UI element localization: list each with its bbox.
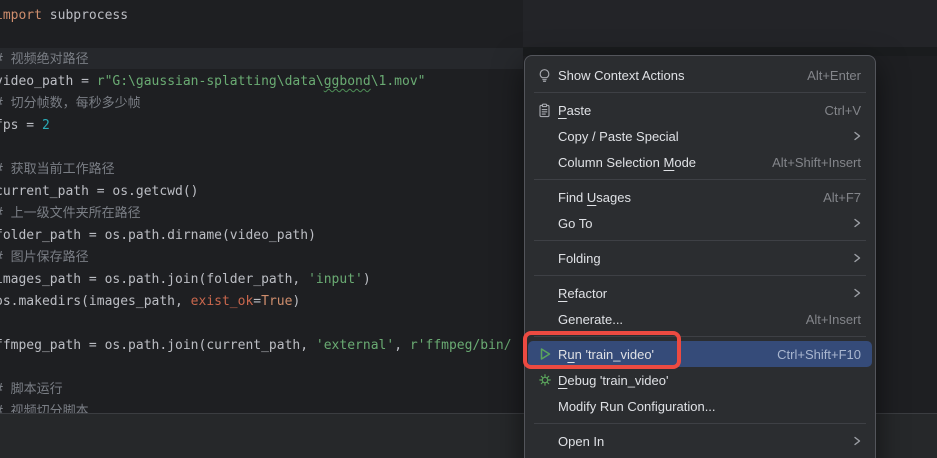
code-line: folder_path = os.path.dirname(video_path…: [0, 228, 316, 244]
code-line: os.makedirs(images_path, exist_ok=True): [0, 294, 300, 310]
menu-item-label: Open In: [558, 434, 849, 449]
menu-item-label: Find Usages: [558, 190, 823, 205]
editor-context-menu: Show Context ActionsAlt+Enter PasteCtrl+V…: [524, 55, 876, 458]
menu-item-shortcut: Alt+Insert: [806, 312, 861, 327]
submenu-arrow-icon: [849, 433, 865, 449]
ide-window: import subprocess # 视频绝对路径 video_path = r"…: [0, 0, 937, 458]
code-line: # 切分帧数，每秒多少帧: [0, 96, 141, 112]
menu-item-column-selection-mode[interactable]: Column Selection ModeAlt+Shift+Insert: [525, 149, 875, 175]
menu-item-find-usages[interactable]: Find UsagesAlt+F7: [525, 184, 875, 210]
submenu-arrow-icon: [849, 250, 865, 266]
menu-item-shortcut: Alt+Enter: [807, 68, 861, 83]
submenu-arrow-icon: [849, 285, 865, 301]
right-panel-top: [523, 0, 937, 47]
code-line: import subprocess: [0, 8, 128, 24]
run-annotation-box: [523, 331, 681, 369]
code-editor[interactable]: import subprocess # 视频绝对路径 video_path = r"…: [0, 0, 523, 413]
code-line: images_path = os.path.join(folder_path, …: [0, 272, 371, 288]
menu-item-shortcut: Ctrl+V: [825, 103, 861, 118]
menu-item-shortcut: Alt+F7: [823, 190, 861, 205]
code-line: # 获取当前工作路径: [0, 162, 115, 178]
menu-item-label: Folding: [558, 251, 849, 266]
debug-icon: [536, 373, 553, 387]
menu-item-label: Debug 'train_video': [558, 373, 861, 388]
lightbulb-icon: [536, 68, 553, 83]
code-line: # 脚本运行: [0, 382, 63, 398]
menu-item-label: Column Selection Mode: [558, 155, 772, 170]
code-line: # 视频绝对路径: [0, 52, 89, 68]
menu-item-shortcut: Alt+Shift+Insert: [772, 155, 861, 170]
menu-item-open-in[interactable]: Open In: [525, 428, 875, 454]
menu-item-label: Refactor: [558, 286, 849, 301]
menu-item-paste[interactable]: PasteCtrl+V: [525, 97, 875, 123]
menu-separator: [534, 240, 866, 241]
code-line: ffmpeg_path = os.path.join(current_path,…: [0, 338, 512, 354]
menu-item-shortcut: Ctrl+Shift+F10: [777, 347, 861, 362]
menu-item-show-context-actions[interactable]: Show Context ActionsAlt+Enter: [525, 62, 875, 88]
submenu-arrow-icon: [849, 128, 865, 144]
menu-item-refactor[interactable]: Refactor: [525, 280, 875, 306]
menu-separator: [534, 275, 866, 276]
code-line: current_path = os.getcwd(): [0, 184, 199, 200]
code-line: # 上一级文件夹所在路径: [0, 206, 141, 222]
menu-item-label: Copy / Paste Special: [558, 129, 849, 144]
code-line: # 图片保存路径: [0, 250, 89, 266]
menu-item-label: Show Context Actions: [558, 68, 807, 83]
menu-item-copy-paste-special[interactable]: Copy / Paste Special: [525, 123, 875, 149]
menu-separator: [534, 92, 866, 93]
menu-item-label: Go To: [558, 216, 849, 231]
menu-item-label: Modify Run Configuration...: [558, 399, 861, 414]
menu-item-folding[interactable]: Folding: [525, 245, 875, 271]
menu-item-label: Generate...: [558, 312, 806, 327]
code-line: # 视频切分脚本: [0, 404, 89, 413]
menu-item-modify-run-configuration[interactable]: Modify Run Configuration...: [525, 393, 875, 419]
menu-separator: [534, 423, 866, 424]
submenu-arrow-icon: [849, 215, 865, 231]
menu-item-debug-train-video[interactable]: Debug 'train_video': [525, 367, 875, 393]
paste-icon: [536, 103, 553, 118]
menu-item-generate[interactable]: Generate...Alt+Insert: [525, 306, 875, 332]
menu-item-go-to[interactable]: Go To: [525, 210, 875, 236]
code-line: fps = 2: [0, 118, 50, 134]
menu-separator: [534, 179, 866, 180]
menu-item-label: Paste: [558, 103, 825, 118]
code-line: video_path = r"G:\gaussian-splatting\dat…: [0, 74, 426, 90]
